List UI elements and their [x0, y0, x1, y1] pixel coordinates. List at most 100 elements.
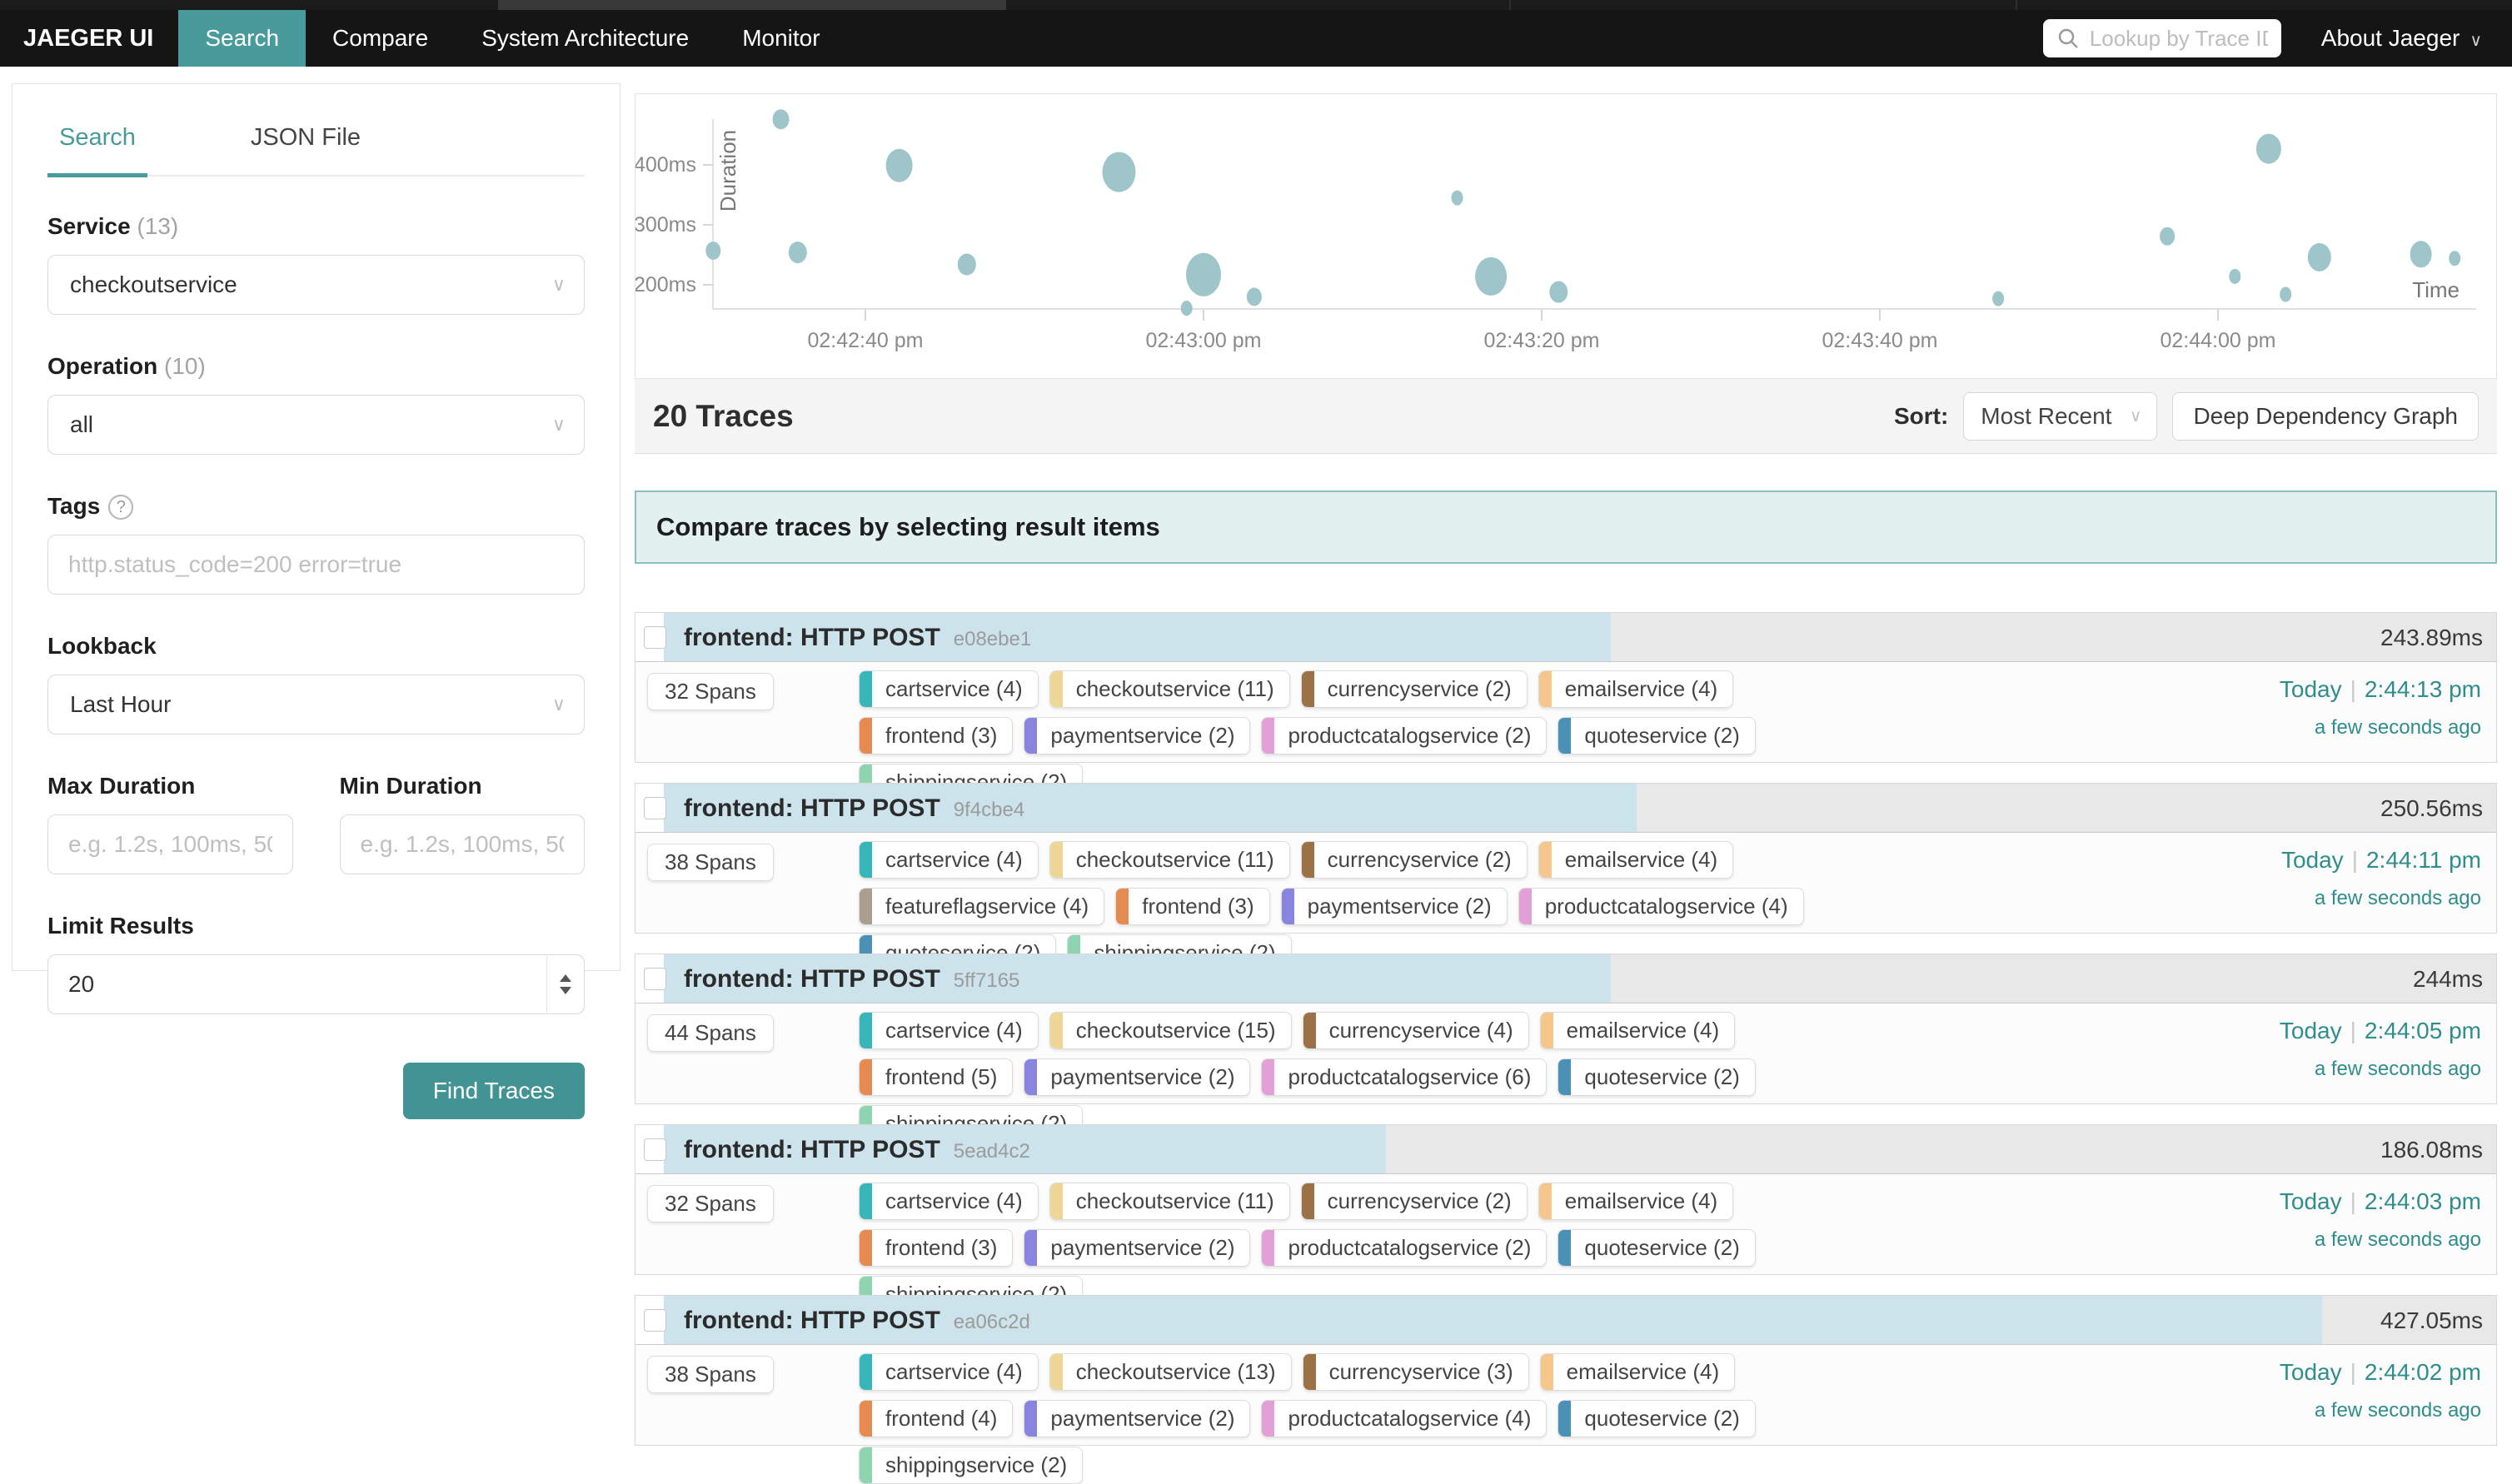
service-select[interactable]: checkoutservice ∨ — [47, 255, 585, 315]
service-tag[interactable]: frontend (4) — [859, 1400, 1013, 1437]
service-tag[interactable]: paymentservice (2) — [1024, 717, 1250, 754]
tags-input[interactable] — [47, 535, 585, 595]
service-tag[interactable]: productcatalogservice (2) — [1261, 1229, 1547, 1267]
service-tag[interactable]: checkoutservice (15) — [1049, 1012, 1292, 1049]
nav-item-system-architecture[interactable]: System Architecture — [455, 10, 715, 67]
trace-select-checkbox[interactable] — [644, 968, 666, 990]
limit-results-input[interactable] — [47, 954, 585, 1014]
operation-select[interactable]: all ∨ — [47, 395, 585, 455]
service-tag[interactable]: featureflagservice (4) — [859, 888, 1104, 925]
about-jaeger-menu[interactable]: About Jaeger∨ — [2321, 25, 2482, 52]
service-tag[interactable]: quoteservice (2) — [1558, 1058, 1755, 1096]
trace-scatter-point[interactable] — [1475, 257, 1507, 296]
service-tag[interactable]: frontend (3) — [859, 1229, 1013, 1267]
sort-select[interactable]: Most Recent ∨ — [1963, 392, 2157, 441]
service-tag[interactable]: cartservice (4) — [859, 1353, 1039, 1391]
trace-select-checkbox[interactable] — [644, 1138, 666, 1161]
trace-scatter-point[interactable] — [1181, 301, 1193, 316]
trace-scatter-point[interactable] — [1247, 287, 1262, 306]
service-tag[interactable]: emailservice (4) — [1538, 841, 1734, 879]
trace-scatter-point[interactable] — [2229, 269, 2240, 284]
trace-scatter-point[interactable] — [1992, 291, 2004, 306]
trace-select-checkbox[interactable] — [644, 626, 666, 649]
service-tag[interactable]: paymentservice (2) — [1024, 1400, 1250, 1437]
stepper-down-icon[interactable] — [560, 987, 571, 994]
stepper-up-icon[interactable] — [560, 974, 571, 982]
trace-card-header[interactable]: frontend: HTTP POST 5ff7165 244ms — [635, 954, 2496, 1003]
trace-scatter-point[interactable] — [2410, 241, 2432, 267]
service-color-strip — [1539, 671, 1552, 707]
min-duration-input[interactable] — [340, 814, 586, 874]
trace-scatter-point[interactable] — [773, 109, 790, 129]
trace-scatter-point[interactable] — [958, 254, 976, 276]
service-tag[interactable]: cartservice (4) — [859, 841, 1039, 879]
nav-item-compare[interactable]: Compare — [306, 10, 455, 67]
service-tag[interactable]: currencyservice (2) — [1301, 1183, 1528, 1220]
chevron-down-icon: ∨ — [2130, 406, 2142, 426]
trace-scatter-point[interactable] — [789, 242, 807, 263]
nav-item-monitor[interactable]: Monitor — [715, 10, 846, 67]
service-tag[interactable]: productcatalogservice (4) — [1261, 1400, 1547, 1437]
lookback-select[interactable]: Last Hour ∨ — [47, 675, 585, 735]
service-tag[interactable]: currencyservice (4) — [1303, 1012, 1529, 1049]
service-tag[interactable]: quoteservice (2) — [1558, 717, 1755, 754]
service-tag[interactable]: paymentservice (2) — [1024, 1229, 1250, 1267]
service-tag[interactable]: shippingservice (2) — [859, 1447, 1083, 1484]
service-tag[interactable]: quoteservice (2) — [1558, 1229, 1755, 1267]
trace-id: 5ead4c2 — [954, 1137, 1030, 1163]
trace-times: Today|2:44:11 pm a few seconds ago — [2281, 833, 2481, 933]
max-duration-input[interactable] — [47, 814, 293, 874]
service-tag[interactable]: productcatalogservice (2) — [1261, 717, 1547, 754]
trace-scatter-point[interactable] — [1103, 152, 1136, 192]
trace-scatter-point[interactable] — [2449, 251, 2460, 266]
trace-lookup-input[interactable] — [2090, 26, 2268, 52]
trace-card-header[interactable]: frontend: HTTP POST ea06c2d 427.05ms — [635, 1296, 2496, 1345]
help-icon[interactable]: ? — [108, 495, 133, 520]
trace-scatter-point[interactable] — [1186, 253, 1221, 296]
trace-scatter-point[interactable] — [2280, 287, 2291, 302]
service-tag[interactable]: emailservice (4) — [1540, 1012, 1736, 1049]
service-tag[interactable]: quoteservice (2) — [1558, 1400, 1755, 1437]
service-tag[interactable]: frontend (5) — [859, 1058, 1013, 1096]
service-tag[interactable]: currencyservice (2) — [1301, 670, 1528, 708]
deep-dependency-graph-button[interactable]: Deep Dependency Graph — [2172, 392, 2479, 441]
service-tag[interactable]: checkoutservice (13) — [1049, 1353, 1292, 1391]
service-tag[interactable]: checkoutservice (11) — [1049, 1183, 1290, 1220]
service-tag[interactable]: paymentservice (2) — [1281, 888, 1508, 925]
trace-select-checkbox[interactable] — [644, 1309, 666, 1332]
trace-scatter-point[interactable] — [2256, 134, 2281, 164]
service-tag[interactable]: emailservice (4) — [1538, 670, 1734, 708]
trace-scatter-point[interactable] — [2308, 243, 2331, 271]
service-tag[interactable]: productcatalogservice (6) — [1261, 1058, 1547, 1096]
trace-scatter-point[interactable] — [1549, 281, 1568, 303]
service-tag[interactable]: emailservice (4) — [1538, 1183, 1734, 1220]
service-tag[interactable]: cartservice (4) — [859, 670, 1039, 708]
trace-select-checkbox[interactable] — [644, 797, 666, 819]
service-tag[interactable]: checkoutservice (11) — [1049, 670, 1290, 708]
nav-item-search[interactable]: Search — [178, 10, 306, 67]
service-tag[interactable]: checkoutservice (11) — [1049, 841, 1290, 879]
sidebar-tabs: Search JSON File — [47, 116, 585, 177]
trace-scatter-point[interactable] — [886, 149, 913, 182]
service-tag[interactable]: paymentservice (2) — [1024, 1058, 1250, 1096]
time-separator: | — [2342, 1188, 2365, 1214]
service-tag[interactable]: frontend (3) — [1115, 888, 1269, 925]
service-tag[interactable]: productcatalogservice (4) — [1518, 888, 1804, 925]
number-stepper[interactable] — [546, 956, 583, 1013]
find-traces-button[interactable]: Find Traces — [403, 1063, 585, 1119]
tab-json-file[interactable]: JSON File — [239, 116, 372, 175]
trace-card-header[interactable]: frontend: HTTP POST 5ead4c2 186.08ms — [635, 1125, 2496, 1174]
trace-scatter-point[interactable] — [705, 242, 720, 260]
trace-lookup-box[interactable] — [2043, 19, 2281, 57]
service-tag[interactable]: currencyservice (2) — [1301, 841, 1528, 879]
service-tag[interactable]: cartservice (4) — [859, 1183, 1039, 1220]
service-tag[interactable]: currencyservice (3) — [1303, 1353, 1529, 1391]
service-tag[interactable]: cartservice (4) — [859, 1012, 1039, 1049]
trace-card-header[interactable]: frontend: HTTP POST e08ebe1 243.89ms — [635, 613, 2496, 662]
tab-search[interactable]: Search — [47, 116, 147, 177]
trace-scatter-point[interactable] — [1452, 191, 1463, 206]
service-tag[interactable]: frontend (3) — [859, 717, 1013, 754]
trace-scatter-point[interactable] — [2160, 227, 2175, 246]
trace-card-header[interactable]: frontend: HTTP POST 9f4cbe4 250.56ms — [635, 784, 2496, 833]
service-tag[interactable]: emailservice (4) — [1540, 1353, 1736, 1391]
